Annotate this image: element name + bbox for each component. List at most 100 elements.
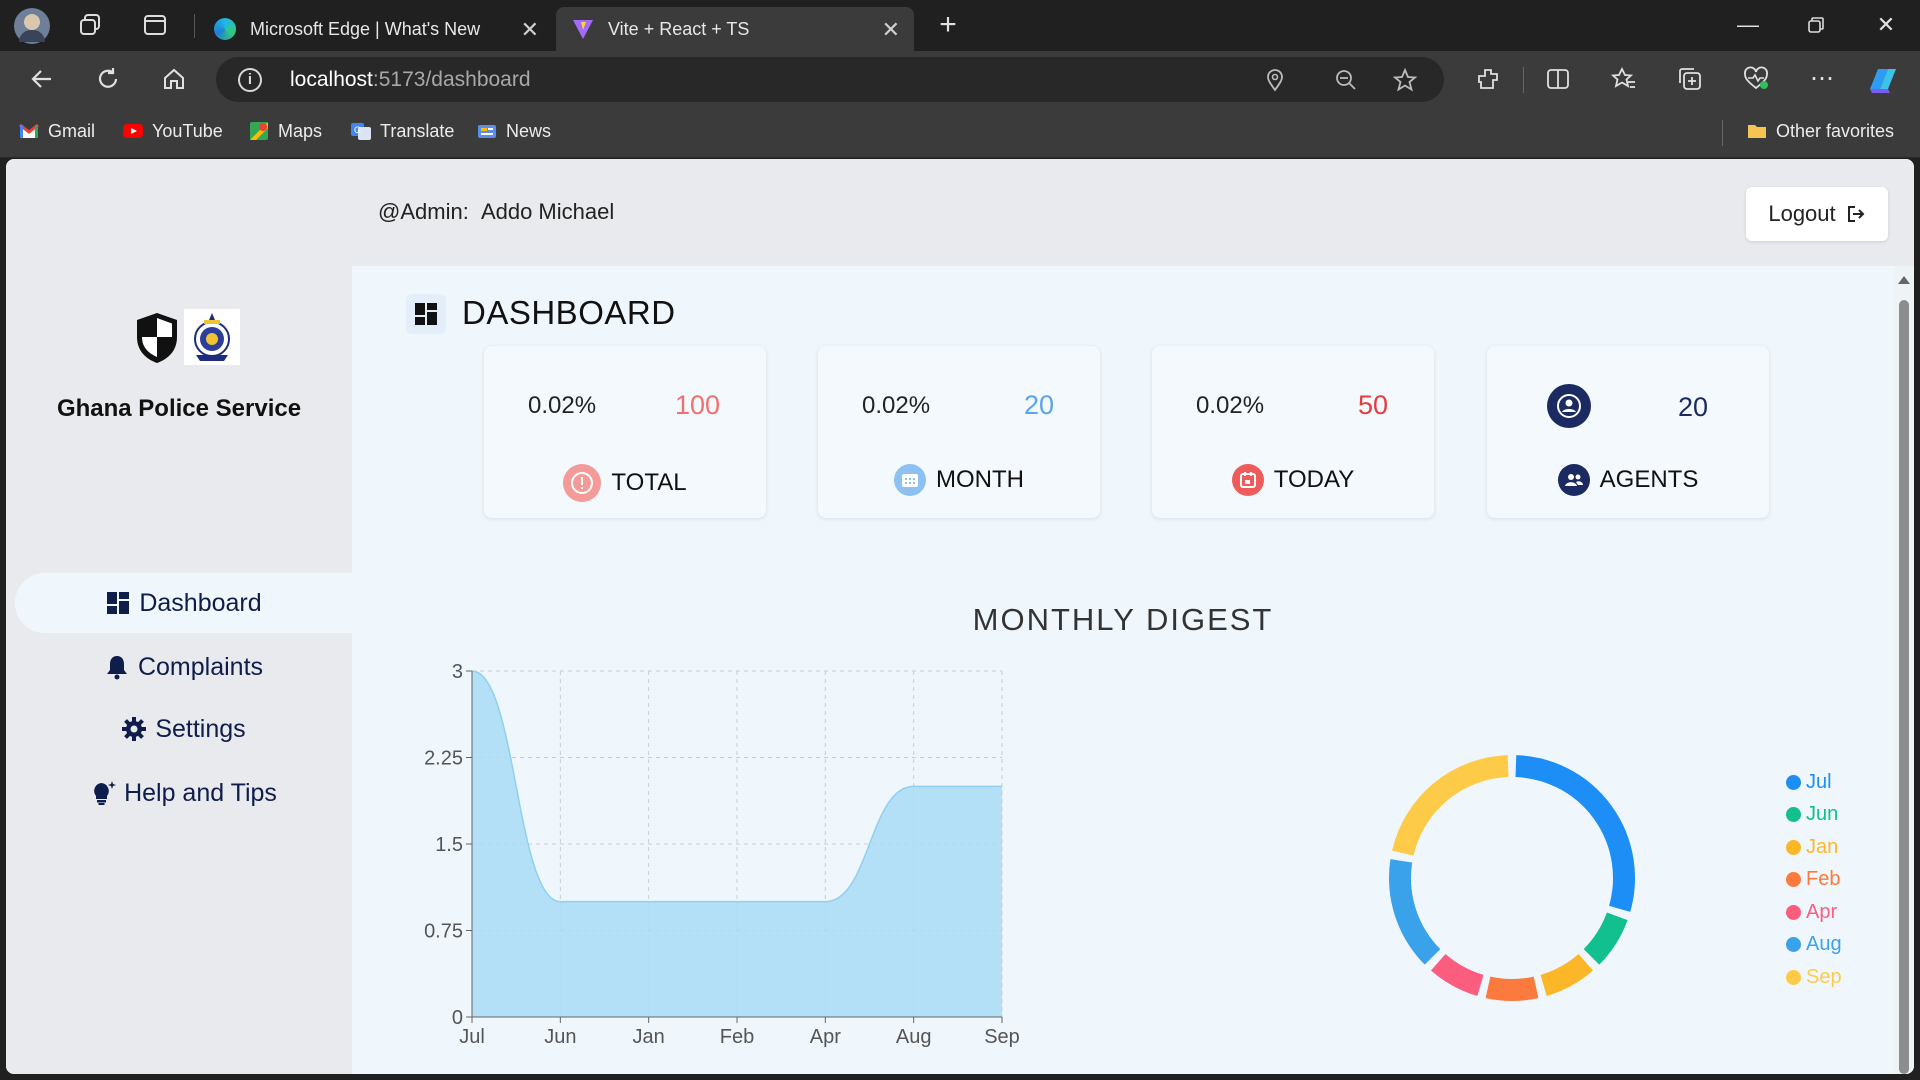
close-tab-icon[interactable]: ✕ [521, 17, 539, 43]
close-window-button[interactable]: ✕ [1866, 8, 1906, 42]
workspaces-icon[interactable] [78, 12, 104, 38]
logout-button[interactable]: Logout [1746, 187, 1888, 241]
copilot-icon[interactable] [1866, 65, 1900, 95]
legend-item[interactable]: Feb [1786, 864, 1842, 897]
stat-card-today: 0.02% 50 TODAY [1152, 346, 1434, 518]
sidebar-item-label: Dashboard [139, 588, 262, 617]
scroll-up-arrow[interactable] [1898, 276, 1910, 284]
restore-button[interactable] [1796, 8, 1836, 42]
minimize-button[interactable]: — [1728, 8, 1768, 42]
legend-item[interactable]: Aug [1786, 929, 1842, 962]
site-info-icon[interactable]: i [238, 68, 262, 92]
stat-count: 100 [674, 390, 720, 420]
tab-title: Microsoft Edge | What's New [250, 18, 481, 39]
split-screen-icon[interactable] [1540, 61, 1576, 97]
legend-item[interactable]: Jun [1786, 799, 1842, 832]
svg-text:G: G [354, 125, 361, 135]
news-icon [478, 125, 496, 138]
maps-icon [250, 122, 268, 140]
legend-label: Apr [1806, 900, 1838, 923]
location-icon[interactable] [1264, 68, 1286, 97]
legend-dot [1786, 774, 1801, 790]
more-options-icon[interactable]: ⋯ [1804, 61, 1840, 97]
user-circle-icon [1547, 384, 1591, 428]
legend-label: Feb [1806, 868, 1841, 891]
favorite-star-icon[interactable] [1392, 67, 1418, 98]
stat-card-total: 0.02% 100 TOTAL [484, 346, 766, 518]
tab-title: Vite + React + TS [608, 18, 750, 39]
stat-count: 20 [1023, 390, 1054, 420]
shield-logo-icon [137, 313, 177, 363]
y-tick-label: 3 [452, 661, 463, 683]
close-tab-icon[interactable]: ✕ [882, 17, 900, 43]
back-button[interactable] [22, 61, 62, 97]
collections-icon[interactable] [1672, 61, 1708, 97]
page-viewport: Ghana Police Service Dashboard Complaint… [6, 159, 1914, 1074]
home-button[interactable] [154, 61, 194, 97]
tab-actions-icon[interactable] [142, 12, 168, 38]
favorite-translate[interactable]: G Translate [350, 120, 454, 142]
favorite-news[interactable]: News [476, 120, 551, 142]
legend-label: Jul [1806, 770, 1832, 793]
legend-label: Sep [1806, 965, 1842, 988]
main-content: DASHBOARD 0.02% 100 TOTAL 0.02% 20 MONTH [352, 266, 1894, 1074]
monthly-area-chart: 00.751.52.253Jul Jun Jan Feb Apr Aug Sep [424, 661, 1020, 1048]
legend-dot [1786, 807, 1801, 823]
sidebar-item-dashboard[interactable]: Dashboard [15, 573, 352, 633]
lightbulb-icon [94, 781, 117, 805]
legend-item[interactable]: Jul [1786, 766, 1842, 799]
legend-label: Jun [1806, 803, 1839, 826]
donut-slice-jul [1515, 755, 1635, 912]
address-bar[interactable]: i localhost:5173/dashboard [216, 57, 1444, 102]
x-tick-label: Jul [459, 1026, 485, 1048]
legend-dot [1786, 937, 1801, 953]
donut-slice-feb [1485, 976, 1539, 1001]
favorite-maps[interactable]: Maps [248, 120, 322, 142]
refresh-button[interactable] [88, 61, 128, 97]
favorites-icon[interactable] [1606, 61, 1642, 97]
sidebar-item-help[interactable]: Help and Tips [15, 763, 352, 823]
legend-item[interactable]: Apr [1786, 896, 1842, 929]
dashboard-heading-icon [406, 294, 446, 334]
organization-name: Ghana Police Service [56, 395, 302, 422]
extensions-icon[interactable] [1470, 61, 1506, 97]
donut-slice-jan [1540, 953, 1594, 996]
tab-vite-app[interactable]: Vite + React + TS ✕ [556, 7, 914, 51]
other-favorites[interactable]: Other favorites [1746, 120, 1894, 142]
legend-item[interactable]: Jan [1786, 831, 1842, 864]
page-title: DASHBOARD [462, 294, 676, 331]
stat-percent: 0.02% [528, 392, 597, 419]
legend-dot [1786, 904, 1801, 920]
stat-percent: 0.02% [862, 392, 931, 419]
tab-whats-new[interactable]: Microsoft Edge | What's New ✕ [198, 7, 553, 51]
admin-label: @Admin: Addo Michael [378, 199, 614, 225]
logout-label: Logout [1768, 201, 1836, 226]
vertical-scrollbar[interactable] [1894, 266, 1914, 1074]
y-tick-label: 2.25 [424, 748, 463, 770]
sidebar-item-label: Help and Tips [124, 778, 277, 807]
browser-essentials-icon[interactable] [1738, 61, 1774, 97]
scroll-thumb[interactable] [1899, 300, 1909, 1074]
legend-dot [1786, 839, 1801, 855]
profile-avatar[interactable] [14, 8, 50, 44]
donut-slice-apr [1430, 953, 1484, 996]
legend-label: Aug [1806, 933, 1842, 956]
favorite-youtube[interactable]: YouTube [122, 120, 223, 142]
logout-icon [1847, 206, 1865, 222]
browser-toolbar: i localhost:5173/dashboard ⋯ [0, 51, 1920, 108]
legend-item[interactable]: Sep [1786, 961, 1842, 994]
stat-label: AGENTS [1599, 466, 1699, 493]
favorite-gmail[interactable]: Gmail [18, 120, 95, 142]
stat-label: TOTAL [611, 469, 687, 496]
top-bar: @Admin: Addo Michael Logout [352, 159, 1914, 266]
url-text[interactable]: localhost:5173/dashboard [290, 68, 531, 92]
sidebar: Ghana Police Service Dashboard Complaint… [6, 159, 352, 1074]
bell-icon [106, 656, 127, 680]
sidebar-item-settings[interactable]: Settings [15, 699, 352, 759]
zoom-out-icon[interactable] [1334, 68, 1358, 97]
gmail-icon [19, 123, 39, 138]
gear-icon [122, 717, 147, 741]
new-tab-button[interactable]: + [930, 8, 966, 44]
sidebar-item-complaints[interactable]: Complaints [15, 637, 352, 697]
admin-prefix: @Admin: [378, 199, 469, 224]
